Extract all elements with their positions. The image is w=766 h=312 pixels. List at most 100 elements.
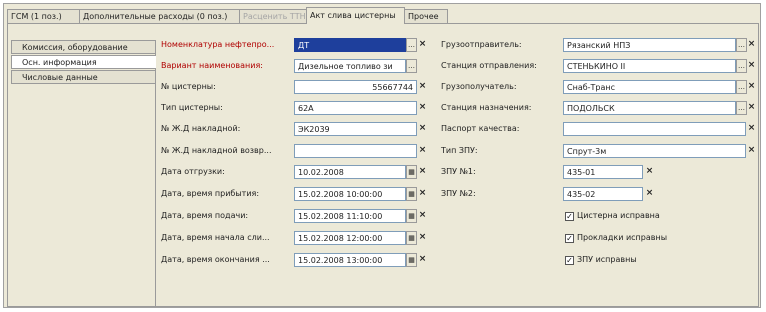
clear-icon: × [418,254,427,264]
dep-station-field[interactable]: СТЕНЬКИНО II [563,59,736,73]
gaskets-ok-checkbox[interactable]: ✓ [565,234,574,243]
clear-button[interactable]: × [417,122,428,136]
ellipsis-icon: … [738,83,745,91]
clear-icon: × [418,39,427,49]
calendar-icon: ▦ [408,256,415,264]
clear-button[interactable]: × [746,59,757,73]
clear-button[interactable]: × [417,209,428,223]
calendar-button[interactable]: ▦ [406,231,417,245]
tank-ok-checkbox[interactable]: ✓ [565,212,574,221]
clear-icon: × [418,210,427,220]
side-tab-commission[interactable]: Комиссия, оборудование [11,40,156,54]
consignee-field[interactable]: Снаб-Транс [563,80,736,94]
ellipsis-icon: … [738,104,745,112]
clear-button[interactable]: × [644,165,655,179]
clear-button[interactable]: × [417,187,428,201]
zpu-ok-checkbox[interactable]: ✓ [565,256,574,265]
drain-start-field[interactable]: 15.02.2008 12:00:00 [294,231,406,245]
waybill-label: № Ж.Д накладной: [161,124,241,133]
clear-icon: × [418,145,427,155]
clear-button[interactable]: × [417,144,428,158]
delivery-field[interactable]: 15.02.2008 11:10:00 [294,209,406,223]
clear-button[interactable]: × [417,253,428,267]
clear-button[interactable]: × [417,165,428,179]
gaskets-ok-label: Прокладки исправны [577,233,668,242]
waybill-return-field[interactable] [294,144,417,158]
tank-no-label: № цистерны: [161,82,216,91]
clear-icon: × [747,60,756,70]
arrival-field[interactable]: 15.02.2008 10:00:00 [294,187,406,201]
select-button[interactable]: … [406,59,417,73]
calendar-icon: ▦ [408,212,415,220]
delivery-label: Дата, время подачи: [161,211,249,220]
clear-icon: × [747,102,756,112]
tank-type-field[interactable]: 62А [294,101,417,115]
drain-end-field[interactable]: 15.02.2008 13:00:00 [294,253,406,267]
clear-icon: × [747,81,756,91]
tab-other[interactable]: Прочее [404,9,448,23]
zpu2-field[interactable]: 435-02 [563,187,643,201]
clear-icon: × [747,145,756,155]
tank-no-field[interactable]: 55667744 [294,80,417,94]
clear-button[interactable]: × [417,101,428,115]
tab-label: Прочее [408,12,439,21]
clear-icon: × [418,123,427,133]
tab-price-ttn: Расценить ТТН [239,9,307,23]
clear-button[interactable]: × [746,122,757,136]
shipper-field[interactable]: Рязанский НПЗ [563,38,736,52]
calendar-icon: ▦ [408,190,415,198]
zpu1-field[interactable]: 435-01 [563,165,643,179]
nomenclature-field[interactable]: ДТ [294,38,406,52]
tab-gsm[interactable]: ГСМ (1 поз.) [7,9,80,23]
tab-label: Акт слива цистерны [310,11,396,20]
ship-date-field[interactable]: 10.02.2008 [294,165,406,179]
zpu-type-label: Тип ЗПУ: [441,146,478,155]
quality-passport-field[interactable] [563,122,746,136]
calendar-button[interactable]: ▦ [406,209,417,223]
calendar-button[interactable]: ▦ [406,253,417,267]
tank-ok-label: Цистерна исправна [577,211,660,220]
side-tab-label: Числовые данные [22,73,98,82]
clear-icon: × [747,123,756,133]
variant-field[interactable]: Дизельное топливо зи [294,59,406,73]
ellipsis-icon: … [408,62,415,70]
ellipsis-icon: … [738,62,745,70]
clear-button[interactable]: × [417,231,428,245]
clear-button[interactable]: × [746,80,757,94]
consignee-label: Грузополучатель: [441,82,517,91]
check-icon: ✓ [566,212,573,221]
tab-label: ГСМ (1 поз.) [11,12,62,21]
waybill-return-label: № Ж.Д накладной возвр... [161,146,272,155]
tab-tank-drain-act[interactable]: Акт слива цистерны [306,7,405,24]
arrival-label: Дата, время прибытия: [161,189,260,198]
clear-button[interactable]: × [644,187,655,201]
calendar-icon: ▦ [408,168,415,176]
check-icon: ✓ [566,256,573,265]
clear-button[interactable]: × [417,38,428,52]
variant-label: Вариант наименования: [161,61,263,70]
side-tab-numeric-data[interactable]: Числовые данные [11,70,156,84]
zpu2-label: ЗПУ №2: [441,189,476,198]
side-tab-main-info[interactable]: Осн. информация [11,55,156,69]
clear-icon: × [418,166,427,176]
tab-extra-expenses[interactable]: Дополнительные расходы (0 поз.) [79,9,240,23]
clear-button[interactable]: × [746,101,757,115]
clear-icon: × [645,188,654,198]
window-frame: ГСМ (1 поз.) Дополнительные расходы (0 п… [3,3,761,308]
calendar-button[interactable]: ▦ [406,165,417,179]
dest-station-field[interactable]: ПОДОЛЬСК [563,101,736,115]
zpu-type-field[interactable]: Спрут-3м [563,144,746,158]
drain-start-label: Дата, время начала сли... [161,233,270,242]
ship-date-label: Дата отгрузки: [161,167,225,176]
tab-label: Дополнительные расходы (0 поз.) [83,12,228,21]
clear-button[interactable]: × [746,38,757,52]
calendar-button[interactable]: ▦ [406,187,417,201]
clear-button[interactable]: × [417,80,428,94]
tab-label: Расценить ТТН [243,12,306,21]
clear-icon: × [418,232,427,242]
waybill-field[interactable]: ЭК2039 [294,122,417,136]
clear-icon: × [418,188,427,198]
clear-button[interactable]: × [746,144,757,158]
select-button[interactable]: … [406,38,417,52]
drain-end-label: Дата, время окончания ... [161,255,270,264]
